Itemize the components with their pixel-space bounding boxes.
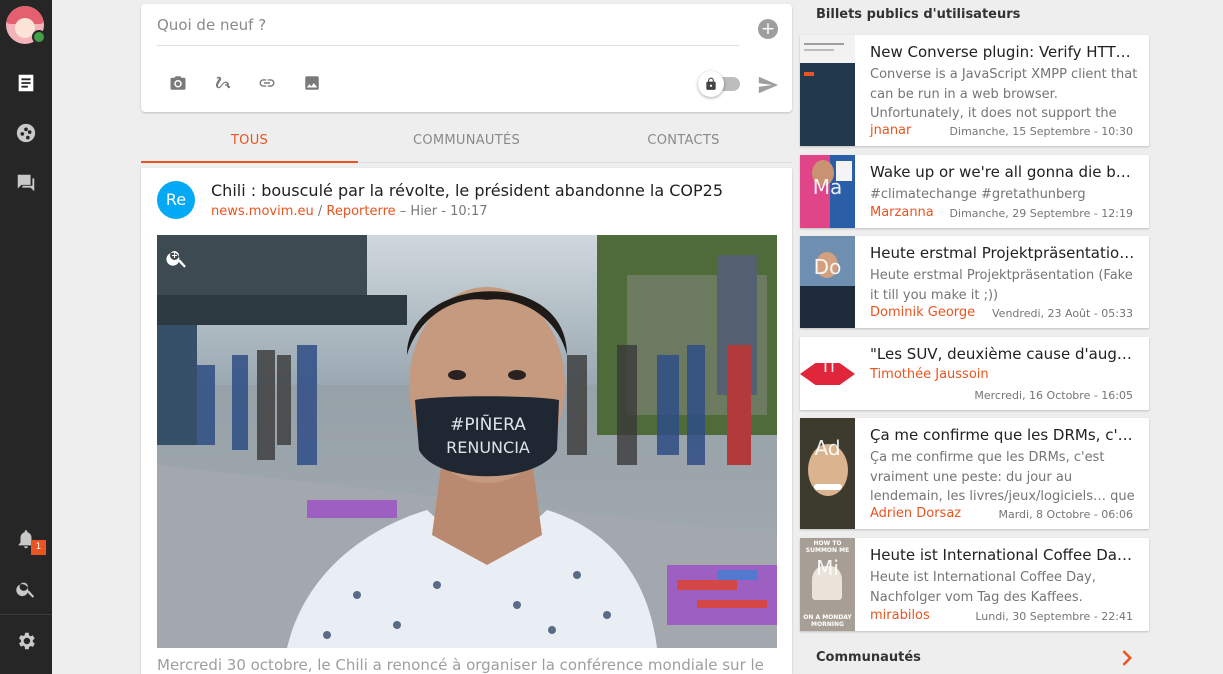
post-thumbnail: HOW TO SUMMON ME Mi ON A MONDAY MORNING bbox=[800, 538, 855, 631]
zoom-in-icon bbox=[166, 251, 186, 268]
image-button[interactable] bbox=[299, 70, 325, 96]
search-icon bbox=[16, 582, 35, 598]
search-nav-button[interactable] bbox=[0, 567, 52, 611]
mask-text-line1: #PIÑERA bbox=[450, 413, 526, 435]
communities-section-link[interactable]: Communautés bbox=[816, 650, 921, 665]
post-card-date: Dimanche, 15 Septembre - 10:30 bbox=[949, 125, 1133, 138]
post-image[interactable]: #PIÑERA RENUNCIA bbox=[157, 235, 777, 648]
public-post-card[interactable]: Ti "Les SUV, deuxième cause d'augm… Timo… bbox=[800, 337, 1149, 410]
chevron-right-icon bbox=[1122, 650, 1132, 666]
post-author-avatar[interactable]: Re bbox=[157, 181, 195, 219]
communities-icon bbox=[16, 123, 36, 143]
protester-photo: #PIÑERA RENUNCIA bbox=[157, 235, 777, 648]
post-thumbnail: Ma bbox=[800, 155, 855, 228]
post-card-date: Dimanche, 29 Septembre - 12:19 bbox=[949, 207, 1133, 220]
post-thumbnail: Ti bbox=[800, 337, 855, 410]
notifications-count-badge: 1 bbox=[31, 540, 46, 555]
news-feed-nav-button[interactable] bbox=[0, 61, 52, 105]
draw-button[interactable] bbox=[210, 70, 236, 96]
post-card-title: Heute erstmal Projektpräsentatio… bbox=[870, 244, 1135, 262]
post-card-title: Heute ist International Coffee Day… bbox=[870, 546, 1138, 564]
post-meta: news.movim.eu / Reporterre – Hier - 10:1… bbox=[211, 204, 488, 219]
link-button[interactable] bbox=[254, 70, 280, 96]
new-post-input[interactable]: Quoi de neuf ? bbox=[157, 16, 739, 46]
link-icon bbox=[259, 79, 275, 87]
post-card-title: Ça me confirme que les DRMs, c'e… bbox=[870, 426, 1138, 444]
gear-icon bbox=[19, 632, 35, 650]
camera-button[interactable] bbox=[165, 70, 191, 96]
post-time: – Hier - 10:17 bbox=[395, 204, 488, 219]
chat-nav-button[interactable] bbox=[0, 161, 52, 205]
public-posts-heading: Billets publics d'utilisateurs bbox=[816, 7, 1021, 22]
public-post-card[interactable]: Ad Ça me confirme que les DRMs, c'e… Ça … bbox=[800, 418, 1149, 529]
news-feed-icon bbox=[18, 74, 34, 92]
post-card-author[interactable]: Timothée Jaussoin bbox=[870, 367, 989, 382]
tab-all[interactable]: TOUS bbox=[141, 122, 358, 163]
add-post-button[interactable]: + bbox=[758, 19, 778, 39]
public-post-card[interactable]: Ma Wake up or we're all gonna die by … #… bbox=[800, 155, 1149, 228]
post-card-body: Heute erstmal Projektpräsentation (Fake … bbox=[870, 268, 1133, 303]
camera-icon bbox=[170, 76, 186, 90]
post-thumbnail: Do bbox=[800, 236, 855, 328]
public-post-card[interactable]: HOW TO SUMMON ME Mi ON A MONDAY MORNING … bbox=[800, 538, 1149, 631]
post-card-title: New Converse plugin: Verify HTTP … bbox=[870, 43, 1138, 61]
post-card-body: #climatechange #gretathunberg bbox=[870, 187, 1086, 202]
feed-post: Re Chili : bousculé par la révolte, le p… bbox=[141, 168, 792, 674]
mask-text-line2: RENUNCIA bbox=[446, 438, 530, 457]
left-navigation-rail: 1 bbox=[0, 0, 52, 674]
chat-icon bbox=[17, 174, 35, 192]
post-card-author[interactable]: Adrien Dorsaz bbox=[870, 506, 961, 521]
post-thumbnail: Ad bbox=[800, 418, 855, 529]
zoom-image-button[interactable] bbox=[165, 246, 189, 270]
post-card-title: "Les SUV, deuxième cause d'augm… bbox=[870, 345, 1138, 363]
post-card-title: Wake up or we're all gonna die by … bbox=[870, 163, 1138, 181]
communities-chevron-button[interactable] bbox=[1118, 648, 1134, 668]
send-button[interactable] bbox=[755, 72, 781, 98]
post-card-date: Vendredi, 23 Août - 05:33 bbox=[992, 307, 1133, 320]
post-source-link[interactable]: news.movim.eu bbox=[211, 204, 314, 219]
presence-online-indicator bbox=[32, 30, 46, 44]
post-card-author[interactable]: Marzanna bbox=[870, 205, 934, 220]
image-icon bbox=[305, 76, 319, 90]
tab-communities[interactable]: COMMUNAUTÉS bbox=[358, 122, 575, 163]
post-card-author[interactable]: Dominik George bbox=[870, 305, 975, 320]
post-thumbnail bbox=[800, 35, 855, 146]
post-card-date: Mercredi, 16 Octobre - 16:05 bbox=[974, 389, 1133, 402]
post-card-body: Heute ist International Coffee Day, Nach… bbox=[870, 570, 1096, 605]
post-card-body: Converse is a JavaScript XMPP client tha… bbox=[870, 67, 1138, 121]
communities-nav-button[interactable] bbox=[0, 111, 52, 155]
post-card-author[interactable]: mirabilos bbox=[870, 608, 930, 623]
post-composer: Quoi de neuf ? + bbox=[141, 4, 792, 112]
post-card-body: Ça me confirme que les DRMs, c'est vraim… bbox=[870, 450, 1135, 504]
post-excerpt: Mercredi 30 octobre, le Chili a renoncé … bbox=[157, 656, 764, 674]
privacy-toggle[interactable] bbox=[698, 71, 740, 97]
send-icon bbox=[758, 76, 779, 94]
post-card-date: Lundi, 30 Septembre - 22:41 bbox=[975, 610, 1133, 623]
user-avatar[interactable] bbox=[6, 6, 46, 44]
tab-contacts[interactable]: CONTACTS bbox=[575, 122, 792, 163]
feed-tabs: TOUS COMMUNAUTÉS CONTACTS bbox=[141, 122, 792, 163]
post-title[interactable]: Chili : bousculé par la révolte, le prés… bbox=[211, 181, 723, 200]
public-post-card[interactable]: New Converse plugin: Verify HTTP … Conve… bbox=[800, 35, 1149, 146]
post-card-author[interactable]: jnanar bbox=[870, 123, 911, 138]
lock-icon bbox=[706, 77, 716, 90]
public-post-card[interactable]: Do Heute erstmal Projektpräsentatio… Heu… bbox=[800, 236, 1149, 328]
post-card-date: Mardi, 8 Octobre - 06:06 bbox=[998, 508, 1133, 521]
settings-nav-button[interactable] bbox=[0, 619, 52, 663]
post-community-link[interactable]: Reporterre bbox=[326, 204, 395, 219]
draw-icon bbox=[215, 76, 231, 89]
